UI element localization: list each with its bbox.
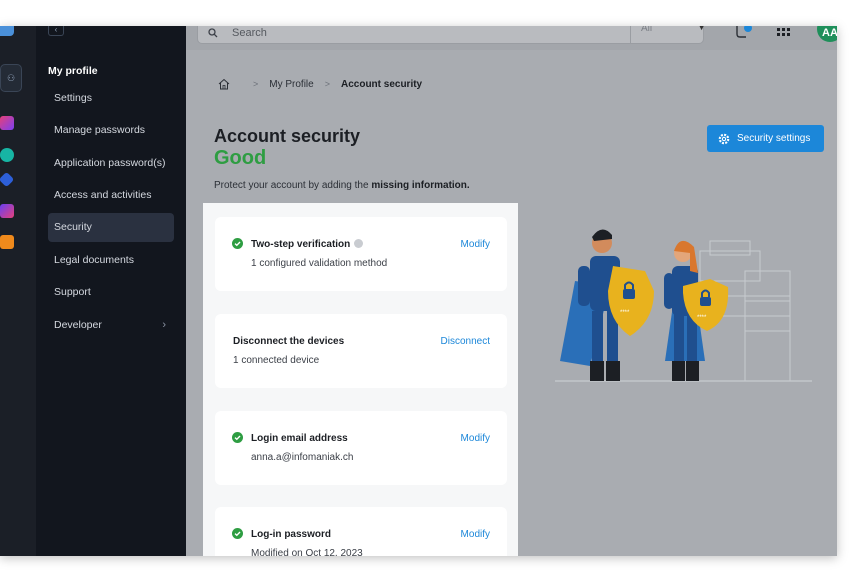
app-rail: ⚇ — [0, 26, 36, 556]
sidebar-item-label: Support — [54, 286, 91, 298]
topbar: All ▼ AA — [186, 26, 837, 50]
breadcrumb-separator: > — [324, 79, 330, 89]
collapse-sidebar-button[interactable]: ‹ — [48, 26, 64, 36]
card-title: Login email address — [251, 433, 348, 444]
sidebar: ‹ My profile Settings Manage passwords A… — [36, 26, 186, 556]
chevron-right-icon: › — [162, 319, 166, 331]
card-subtitle: 1 connected device — [233, 355, 320, 366]
sidebar-item-label: Manage passwords — [54, 124, 146, 136]
sidebar-item-developer[interactable]: Developer › — [48, 311, 174, 340]
gear-icon — [718, 133, 730, 144]
sidebar-item-legal-documents[interactable]: Legal documents — [48, 246, 174, 275]
breadcrumb-my-profile[interactable]: My Profile — [269, 79, 313, 90]
app-logo-icon[interactable] — [0, 26, 14, 36]
sidebar-item-label: Settings — [54, 92, 92, 104]
security-settings-label: Security settings — [737, 133, 811, 144]
modify-two-step-link[interactable]: Modify — [461, 239, 490, 250]
breadcrumb: > My Profile > Account security — [218, 76, 422, 92]
sidebar-item-label: Legal documents — [54, 254, 134, 266]
security-heroes-illustration: **** **** — [555, 229, 812, 382]
card-subtitle: Modified on Oct 12, 2023 — [251, 548, 363, 556]
sidebar-item-label: Access and activities — [54, 189, 152, 201]
modify-email-link[interactable]: Modify — [461, 433, 490, 444]
search-scope-value: All — [641, 26, 653, 34]
avatar[interactable]: AA — [817, 26, 837, 42]
security-settings-button[interactable]: Security settings — [707, 125, 824, 152]
sidebar-item-security[interactable]: Security — [48, 213, 174, 242]
card-login-password: Log-in password Modified on Oct 12, 2023… — [215, 507, 507, 556]
sidebar-item-settings[interactable]: Settings — [48, 84, 174, 113]
chevron-down-icon: ▼ — [697, 26, 706, 32]
sidebar-item-application-passwords[interactable]: Application password(s) — [48, 149, 174, 178]
sidebar-item-access-activities[interactable]: Access and activities — [48, 181, 174, 210]
search-icon — [208, 28, 218, 38]
media-app-icon[interactable] — [0, 235, 14, 249]
search-bar[interactable]: All ▼ — [197, 26, 706, 44]
protect-message-emphasis: missing information. — [371, 180, 470, 191]
kchat-app-icon[interactable] — [0, 171, 15, 188]
card-disconnect-devices: Disconnect the devices 1 connected devic… — [215, 314, 507, 388]
card-subtitle: 1 configured validation method — [251, 258, 388, 269]
breadcrumb-separator: > — [253, 79, 259, 89]
security-status: Good — [214, 147, 267, 169]
protect-message: Protect your account by adding the missi… — [214, 180, 470, 191]
sidebar-section-title: My profile — [48, 65, 98, 77]
check-circle-icon — [232, 432, 243, 443]
search-scope-select[interactable]: All ▼ — [630, 26, 716, 44]
svg-text:****: **** — [697, 315, 707, 321]
card-subtitle: anna.a@infomaniak.ch — [251, 452, 354, 463]
disconnect-devices-link[interactable]: Disconnect — [441, 336, 490, 347]
notifications-icon[interactable] — [735, 26, 753, 40]
kdrive-app-icon[interactable] — [0, 148, 14, 162]
breadcrumb-current: Account security — [340, 78, 423, 90]
app-window: ⚇ ‹ My profile Settings Manage passwords… — [0, 26, 837, 556]
sidebar-item-label: Application password(s) — [54, 157, 166, 169]
card-title: Two-step verification — [251, 239, 364, 250]
sidebar-item-manage-passwords[interactable]: Manage passwords — [48, 116, 174, 145]
page-title: Account security — [214, 126, 361, 146]
search-input[interactable] — [232, 26, 602, 40]
svg-text:****: **** — [620, 310, 630, 316]
sidebar-item-support[interactable]: Support — [48, 278, 174, 307]
security-items-panel: Two-step verification 1 configured valid… — [203, 203, 518, 556]
users-app-icon[interactable]: ⚇ — [0, 64, 22, 92]
card-title: Disconnect the devices — [233, 336, 345, 347]
check-circle-icon — [232, 238, 243, 249]
check-circle-icon — [232, 528, 243, 539]
card-title: Log-in password — [251, 529, 331, 540]
card-login-email: Login email address anna.a@infomaniak.ch… — [215, 411, 507, 485]
card-title-text: Two-step verification — [251, 239, 351, 250]
sidebar-item-label: Developer — [54, 319, 102, 331]
protect-message-text: Protect your account by adding the — [214, 180, 372, 191]
home-icon[interactable] — [218, 78, 230, 90]
card-two-step-verification: Two-step verification 1 configured valid… — [215, 217, 507, 291]
modify-password-link[interactable]: Modify — [461, 529, 490, 540]
info-icon[interactable] — [354, 239, 364, 248]
kmail-app-icon[interactable] — [0, 116, 14, 130]
kmeet-app-icon[interactable] — [0, 204, 14, 218]
sidebar-item-label: Security — [54, 221, 92, 233]
apps-grid-icon[interactable] — [777, 28, 791, 39]
